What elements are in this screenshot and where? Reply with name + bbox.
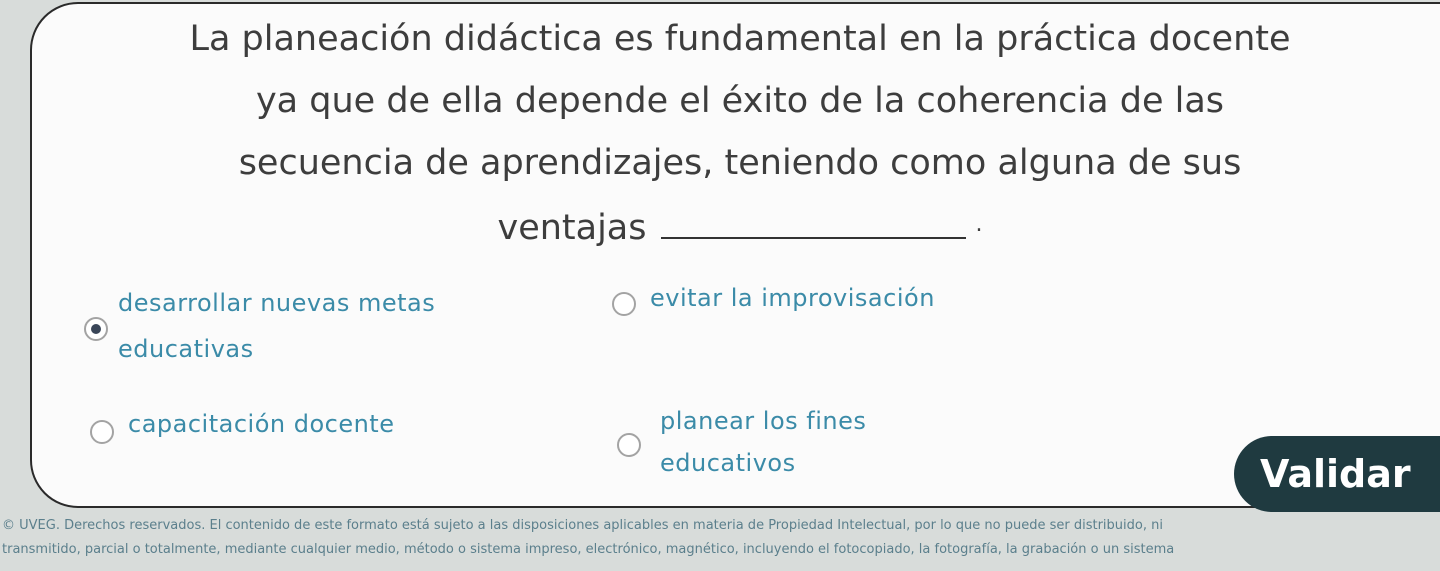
option-d-label-line-2: educativos [660, 449, 796, 477]
copyright-footer: © UVEG. Derechos reservados. El contenid… [0, 514, 1440, 562]
answer-blank [660, 236, 966, 239]
footer-line-2: transmitido, parcial o totalmente, media… [2, 542, 1175, 557]
option-d-label-line-1: planear los fines [660, 407, 867, 435]
option-c-label: capacitación docente [128, 410, 395, 438]
option-a-radio[interactable] [84, 317, 108, 341]
question-text: La planeación didáctica es fundamental e… [70, 8, 1410, 259]
option-c-radio[interactable] [90, 420, 114, 444]
question-line-2: ya que de ella depende el éxito de la co… [255, 81, 1225, 121]
footer-line-1: © UVEG. Derechos reservados. El contenid… [2, 518, 1163, 533]
question-end-mark: . [975, 212, 983, 237]
option-a-label-line-2: educativas [118, 335, 254, 363]
question-line-1: La planeación didáctica es fundamental e… [189, 19, 1291, 59]
question-line-4-text: ventajas [497, 208, 647, 248]
option-b-radio[interactable] [612, 292, 636, 316]
question-line-3: secuencia de aprendizajes, teniendo como… [238, 143, 1242, 183]
option-b-label: evitar la improvisación [650, 284, 935, 312]
question-line-4: ventajas. [70, 194, 1410, 259]
option-a-label-line-1: desarrollar nuevas metas [118, 289, 436, 317]
validate-button[interactable]: Validar [1234, 436, 1440, 512]
option-d-radio[interactable] [617, 433, 641, 457]
